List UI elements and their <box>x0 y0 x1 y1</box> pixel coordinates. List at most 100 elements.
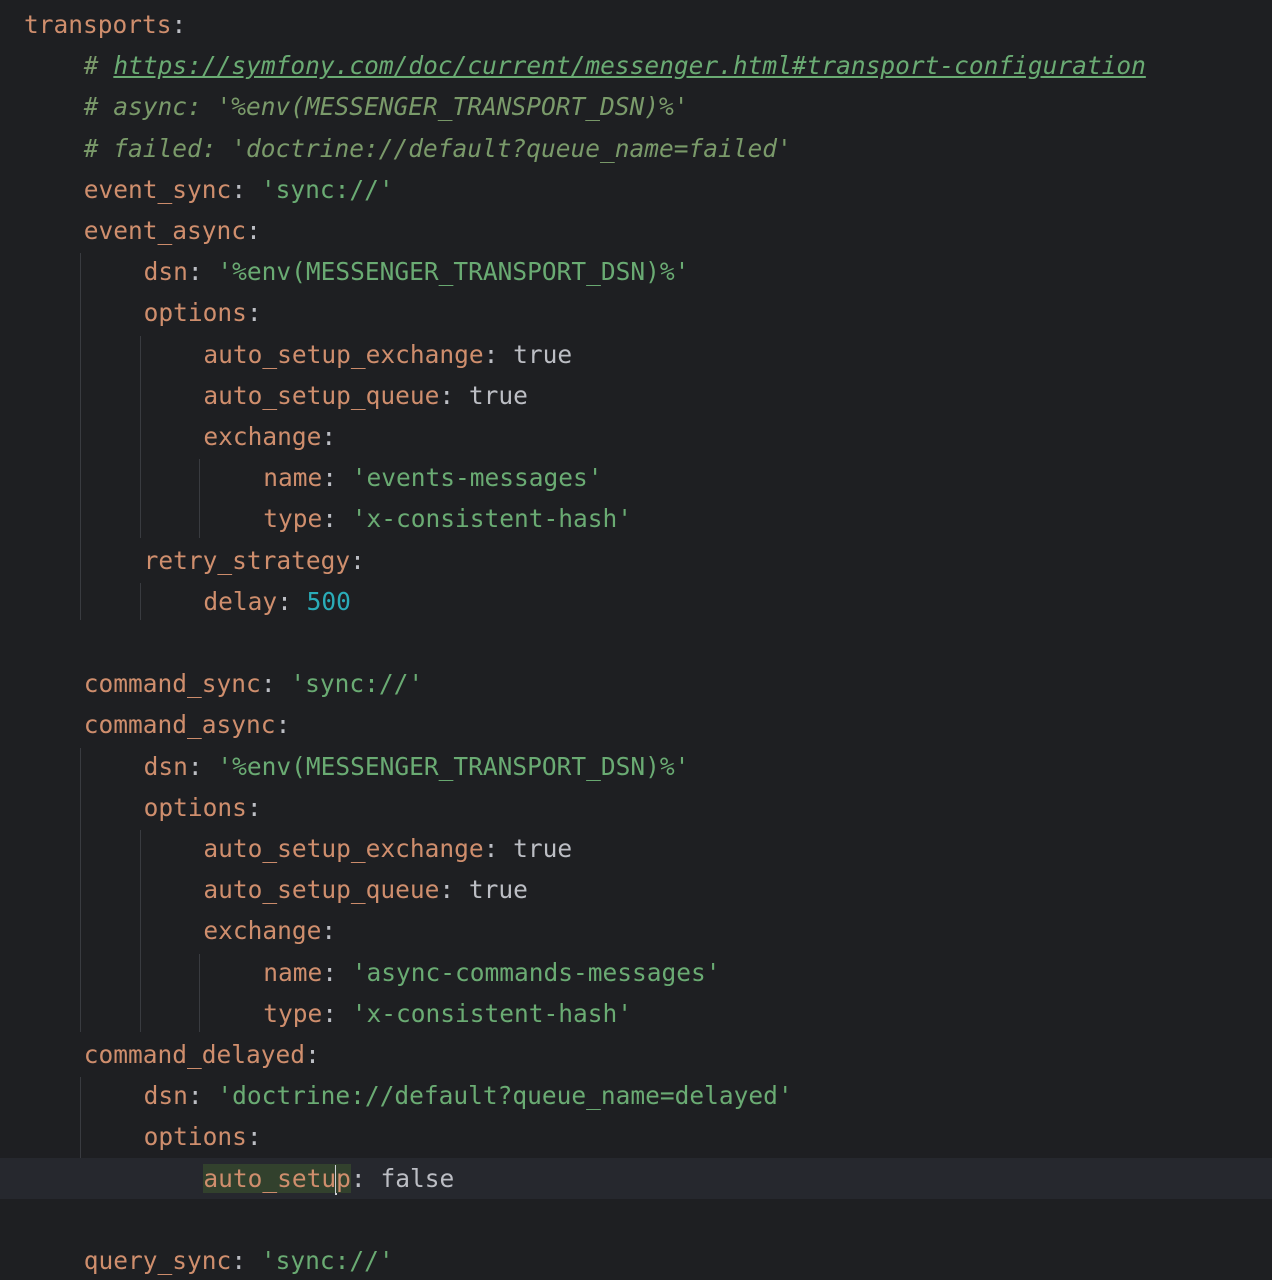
code-token: : <box>322 504 352 534</box>
code-line[interactable]: command_async: <box>0 704 1272 745</box>
code-token: name <box>263 463 323 493</box>
code-line[interactable]: exchange: <box>0 910 1272 951</box>
code-line-content: options: <box>144 292 262 333</box>
code-token: true <box>468 380 528 410</box>
code-line[interactable]: delay: 500 <box>0 581 1272 622</box>
code-line[interactable]: exchange: <box>0 416 1272 457</box>
code-token: : <box>321 422 337 451</box>
code-token: 'x-consistent-hash' <box>351 504 632 534</box>
code-line-content: query_sync: 'sync://' <box>84 1240 394 1280</box>
code-token: false <box>380 1163 455 1193</box>
code-line-content: delay: 500 <box>203 581 351 622</box>
code-token: : <box>322 957 352 987</box>
code-token: 'sync://' <box>260 1246 394 1275</box>
code-token: type <box>263 504 323 534</box>
code-token: dsn <box>143 751 188 781</box>
code-token: type <box>263 998 323 1028</box>
code-line[interactable] <box>0 1199 1272 1240</box>
code-token: event_async <box>83 216 247 245</box>
code-line[interactable]: query_sync: 'sync://' <box>0 1240 1272 1280</box>
code-token: : <box>246 792 262 822</box>
code-line-content: command_delayed: <box>84 1034 320 1075</box>
code-token: : <box>187 751 218 781</box>
code-token: 500 <box>306 586 351 616</box>
code-token: : <box>187 257 218 287</box>
code-editor[interactable]: transports: # https://symfony.com/doc/cur… <box>0 0 1272 1280</box>
code-line-content: transports: <box>24 4 186 45</box>
code-line[interactable]: event_async: <box>0 210 1272 251</box>
code-line[interactable]: type: 'x-consistent-hash' <box>0 993 1272 1034</box>
code-token: : <box>275 710 291 740</box>
code-token: true <box>468 875 528 905</box>
code-token: : <box>171 10 187 39</box>
code-token: auto_setup_exchange <box>203 834 484 863</box>
code-token: 'sync://' <box>260 174 394 204</box>
code-token: : <box>439 380 469 410</box>
code-line-content: auto_setup_exchange: true <box>203 828 572 869</box>
code-line[interactable] <box>0 622 1272 663</box>
code-line-content: auto_setup_queue: true <box>203 375 528 416</box>
code-token: : <box>246 216 261 245</box>
code-line-content: type: 'x-consistent-hash' <box>263 498 632 539</box>
code-line[interactable]: auto_setup_exchange: true <box>0 828 1272 869</box>
code-token: auto_setup_queue <box>203 380 440 410</box>
code-line-content: dsn: '%env(MESSENGER_TRANSPORT_DSN)%' <box>144 746 690 787</box>
code-line[interactable]: # failed: 'doctrine://default?queue_name… <box>0 128 1272 169</box>
code-line-current[interactable]: auto_setup: false <box>0 1157 1272 1199</box>
code-token: dsn <box>143 257 188 287</box>
code-token: : <box>246 298 262 328</box>
code-line[interactable]: options: <box>0 1116 1272 1157</box>
code-token: 'x-consistent-hash' <box>351 998 632 1028</box>
code-token: : <box>246 1122 262 1152</box>
code-token: command_delayed <box>83 1040 306 1069</box>
code-token: transports <box>24 10 172 39</box>
code-line[interactable]: auto_setup_queue: true <box>0 869 1272 910</box>
code-token: : <box>322 998 352 1028</box>
code-token: command_async <box>83 710 276 740</box>
code-token: delay <box>203 586 278 616</box>
code-token: https://symfony.com/doc/current/messenge… <box>113 51 1146 81</box>
code-line[interactable]: auto_setup_exchange: true <box>0 334 1272 375</box>
code-line[interactable]: name: 'events-messages' <box>0 457 1272 498</box>
code-token: : <box>483 834 514 863</box>
code-line[interactable]: transports: <box>0 4 1272 45</box>
code-line-content: command_sync: 'sync://' <box>84 663 423 704</box>
code-line-content: # https://symfony.com/doc/current/messen… <box>84 45 1146 86</box>
code-token: options <box>143 792 247 822</box>
code-line-content: exchange: <box>203 416 336 457</box>
code-line[interactable]: dsn: '%env(MESSENGER_TRANSPORT_DSN)%' <box>0 746 1272 787</box>
code-token: # async: '%env(MESSENGER_TRANSPORT_DSN)%… <box>83 92 689 122</box>
code-line-content: auto_setup_exchange: true <box>203 334 572 375</box>
code-token: options <box>143 1122 247 1152</box>
code-line[interactable]: options: <box>0 292 1272 333</box>
code-token: : <box>350 545 365 575</box>
code-token: # failed: 'doctrine://default?queue_name… <box>83 133 792 163</box>
code-token: : <box>231 1246 261 1275</box>
code-token: auto_setu <box>203 1163 337 1193</box>
code-token: auto_setup_queue <box>203 875 440 905</box>
code-token: : <box>277 586 307 616</box>
code-line-content: # async: '%env(MESSENGER_TRANSPORT_DSN)%… <box>84 86 689 127</box>
code-token: true <box>513 339 573 369</box>
code-line[interactable]: command_sync: 'sync://' <box>0 663 1272 704</box>
code-token: exchange <box>203 422 322 451</box>
code-line[interactable]: event_sync: 'sync://' <box>0 169 1272 210</box>
code-line[interactable]: command_delayed: <box>0 1034 1272 1075</box>
code-token: : <box>305 1040 320 1069</box>
code-line[interactable]: retry_strategy: <box>0 540 1272 581</box>
code-line[interactable]: auto_setup_queue: true <box>0 375 1272 416</box>
code-line[interactable]: dsn: '%env(MESSENGER_TRANSPORT_DSN)%' <box>0 251 1272 292</box>
code-token: : <box>350 1163 381 1193</box>
code-token: command_sync <box>83 669 261 699</box>
code-line[interactable]: options: <box>0 787 1272 828</box>
code-token: : <box>260 669 291 699</box>
code-line[interactable]: type: 'x-consistent-hash' <box>0 498 1272 539</box>
code-token: 'sync://' <box>290 669 424 699</box>
code-line[interactable]: # async: '%env(MESSENGER_TRANSPORT_DSN)%… <box>0 86 1272 127</box>
code-token: : <box>439 875 469 905</box>
code-token: query_sync <box>83 1246 232 1275</box>
code-line[interactable]: name: 'async-commands-messages' <box>0 952 1272 993</box>
code-token: 'async-commands-messages' <box>351 957 721 987</box>
code-line[interactable]: # https://symfony.com/doc/current/messen… <box>0 45 1272 86</box>
code-line[interactable]: dsn: 'doctrine://default?queue_name=dela… <box>0 1075 1272 1116</box>
